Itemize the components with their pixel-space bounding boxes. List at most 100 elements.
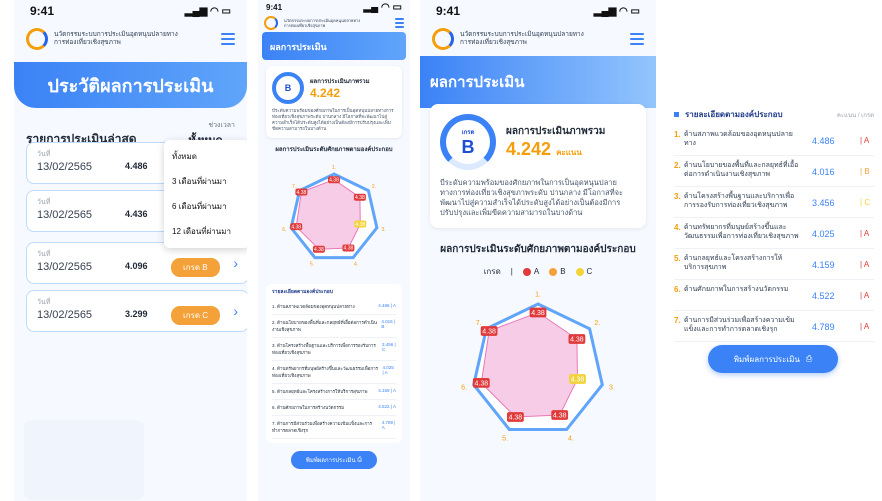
dropdown-option[interactable]: 6 เดือนที่ผ่านมา xyxy=(164,194,247,219)
app-name: นวัตกรรมระบบการประเมินอุดหนุนปลายทาง การ… xyxy=(284,18,361,28)
detail-grade: | A xyxy=(860,136,870,145)
detail-row: 5. ด้านกลยุทธ์และโครงสร้างการให้บริการสุ… xyxy=(272,384,396,400)
details-list-small: รายละเอียดตามองค์ประกอบ 1. ด้านสภาพแวดล้… xyxy=(266,284,402,443)
radar-point-label: 4.38 xyxy=(570,336,584,343)
history-card[interactable]: วันที่ 13/02/2565 4.096 เกรด B › xyxy=(26,242,247,284)
detail-row: 3. ด้านโครงสร้างพื้นฐานและบริการเพื่อการ… xyxy=(272,338,396,361)
detail-row: 2. ด้านนโยบายของพื้นที่และกลยุทธ์ที่เอื้… xyxy=(272,315,396,338)
radar-point-label: 4.38 xyxy=(509,414,523,421)
detail-score: 3.456 xyxy=(812,198,835,208)
detail-row: 1. ด้านสภาพแวดล้อมของอุดหนุนปลายทาง 4.486… xyxy=(272,299,396,315)
result-screen-small: 9:41 ▂▄ ◠ ▭ นวัตกรรมระบบการประเมินอุดหนุ… xyxy=(258,0,410,501)
radar-axis-label: 5. xyxy=(502,436,508,443)
app-logo xyxy=(432,28,454,50)
chart-heading: ผลการประเมินระดับศักยภาพตามองค์ประกอบ xyxy=(440,244,636,255)
detail-grade: | C xyxy=(860,198,871,207)
decorative-illustration xyxy=(24,420,144,500)
radar-axis-label: 6. xyxy=(282,227,286,233)
app-header: นวัตกรรมระบบการประเมินอุดหนุนปลายทาง การ… xyxy=(420,22,656,56)
details-header: รายละเอียดตามองค์ประกอบ คะแนน / เกรด xyxy=(674,108,874,121)
history-card[interactable]: วันที่ 13/02/2565 3.299 เกรด C › xyxy=(26,290,247,332)
detail-score: 4.522 xyxy=(812,291,835,301)
period-dropdown: ทั้งหมด 3 เดือนที่ผ่านมา 6 เดือนที่ผ่านม… xyxy=(164,140,247,248)
detail-score: 4.159 xyxy=(812,260,835,270)
overall-description: บีระดับความพร้อมของศักยภาพในการเป็นอุดหน… xyxy=(440,178,624,217)
detail-score: 4.486 xyxy=(812,136,835,146)
page-title: ผลการประเมิน xyxy=(262,32,406,60)
radar-point-label: 4.38 xyxy=(329,177,339,183)
detail-grade: | A xyxy=(860,229,870,238)
radar-axis-label: 6. xyxy=(461,384,467,391)
radar-point-label: 4.38 xyxy=(297,190,307,196)
detail-score: 4.016 xyxy=(812,167,835,177)
dropdown-option[interactable]: ทั้งหมด xyxy=(164,144,247,169)
radar-axis-label: 4. xyxy=(568,436,574,443)
detail-row: 5. ด้านกลยุทธ์และโครงสร้างการให้บริการสุข… xyxy=(674,252,874,280)
hamburger-menu-icon[interactable] xyxy=(395,18,404,28)
radar-chart: 4.38 1. 4.38 2. 4.38 3. 4.38 4. 4.38 5. 4.38 6. 4.38… xyxy=(461,292,615,443)
print-button[interactable]: พิมพ์ผลการประเมิน ⎙ xyxy=(708,345,838,373)
radar-axis-label: 5. xyxy=(310,262,314,268)
radar-axis-label: 4. xyxy=(354,262,358,268)
status-bar: 9:41 ▂▄▆ ◠ ▭ xyxy=(436,4,640,18)
printer-icon: ⎙ xyxy=(805,354,813,363)
dropdown-option[interactable]: 3 เดือนที่ผ่านมา xyxy=(164,169,247,194)
hamburger-menu-icon[interactable] xyxy=(630,33,644,45)
page-title: ประวัติผลการประเมิน xyxy=(14,62,247,108)
page-title: ผลการประเมิน xyxy=(420,56,656,108)
detail-grade: | A xyxy=(860,322,870,331)
detail-row: 1. ด้านสภาพแวดล้อมของอุดหนุนปลายทาง 4.486 |… xyxy=(674,128,874,156)
radar-point-label: 4.38 xyxy=(553,412,567,419)
detail-grade: | A xyxy=(860,260,870,269)
print-button[interactable]: พิมพ์ผลการประเมิน ⎙ xyxy=(291,451,377,469)
radar-point-label: 4.38 xyxy=(355,222,365,228)
radar-axis-label: 2. xyxy=(594,320,600,327)
status-bar: 9:41 ▂▄▆ ◠ ▭ xyxy=(14,0,247,22)
overall-title: ผลการประเมินภาพรวม xyxy=(506,126,606,137)
radar-point-label: 4.38 xyxy=(531,310,545,317)
detail-row: 4. ด้านทรัพยากรที่มนุษย์สร้างขึ้นและวัฒนธ… xyxy=(674,221,874,249)
status-time: 9:41 xyxy=(30,4,55,18)
detail-grade: | A xyxy=(860,291,870,300)
radar-axis-label: 1. xyxy=(535,292,541,299)
detail-row: 7. ด้านการมีส่วนร่วมเพื่อสร้างความเข้มแข… xyxy=(272,416,396,439)
grade-badge: เกรด C xyxy=(171,306,221,325)
status-icons: ▂▄ ◠ ▭ xyxy=(363,1,402,13)
radar-point-label: 4.38 xyxy=(291,224,301,230)
radar-chart-small: 4.38 1. 4.38 2. 4.38 3. 4.38 4. 4.38 5. 4.38 6. 4.38… xyxy=(282,165,386,268)
app-logo xyxy=(26,28,48,50)
detail-score: 4.789 xyxy=(812,322,835,332)
radar-point-label: 4.38 xyxy=(482,329,496,336)
overall-score: 4.242 คะแนน xyxy=(506,139,582,159)
detail-row: 3. ด้านโครงสร้างพื้นฐานและบริการเพื่อการร… xyxy=(674,190,874,218)
filter-label: ช่วงเวลา xyxy=(208,122,235,129)
app-header: นวัตกรรมระบบการประเมินอุดหนุนปลายทาง การ… xyxy=(258,14,410,32)
detail-score: 4.025 xyxy=(812,229,835,239)
grade-ring: B xyxy=(272,72,304,104)
chevron-right-icon[interactable]: › xyxy=(233,255,238,271)
radar-axis-label: 7. xyxy=(476,320,482,327)
radar-point-label: 4.38 xyxy=(344,246,354,252)
status-icons: ▂▄▆ ◠ ▭ xyxy=(184,5,231,17)
hamburger-menu-icon[interactable] xyxy=(221,33,235,45)
radar-point-label: 4.38 xyxy=(314,247,324,253)
app-header: นวัตกรรมระบบการประเมินอุดหนุนปลายทาง การ… xyxy=(14,22,247,56)
app-name: นวัตกรรมระบบการประเมินอุดหนุนปลายทาง การ… xyxy=(460,31,584,46)
radar-point-label: 4.38 xyxy=(571,377,585,384)
detail-row: 6. ด้านศักยภาพในการสร้างนวัตกรรม 4.522 | … xyxy=(272,400,396,416)
details-screen: รายละเอียดตามองค์ประกอบ คะแนน / เกรด 1. ด… xyxy=(666,0,882,501)
detail-row: 2. ด้านนโยบายของพื้นที่และกลยุทธ์ที่เอื้อ… xyxy=(674,159,874,187)
overall-card: เกรด B ผลการประเมินภาพรวม 4.242 คะแนน บี… xyxy=(430,104,646,228)
radar-point-label: 4.38 xyxy=(355,195,365,201)
grade-badge: เกรด B xyxy=(171,258,220,277)
radar-axis-label: 3. xyxy=(382,227,386,233)
dropdown-option[interactable]: 12 เดือนที่ผ่านมา xyxy=(164,219,247,244)
radar-axis-label: 7. xyxy=(292,184,296,190)
overall-card: B ผลการประเมินภาพรวม 4.242 บีระดับความพร… xyxy=(266,66,402,138)
radar-point-label: 4.38 xyxy=(474,380,488,387)
chevron-right-icon[interactable]: › xyxy=(233,303,238,319)
chart-legend: เกรด | A B C xyxy=(483,267,593,276)
detail-row: 7. ด้านการมีส่วนร่วมเพื่อสร้างความเข้มแข็… xyxy=(674,314,874,342)
radar-axis-label: 1. xyxy=(332,165,336,171)
status-icons: ▂▄▆ ◠ ▭ xyxy=(593,5,640,17)
